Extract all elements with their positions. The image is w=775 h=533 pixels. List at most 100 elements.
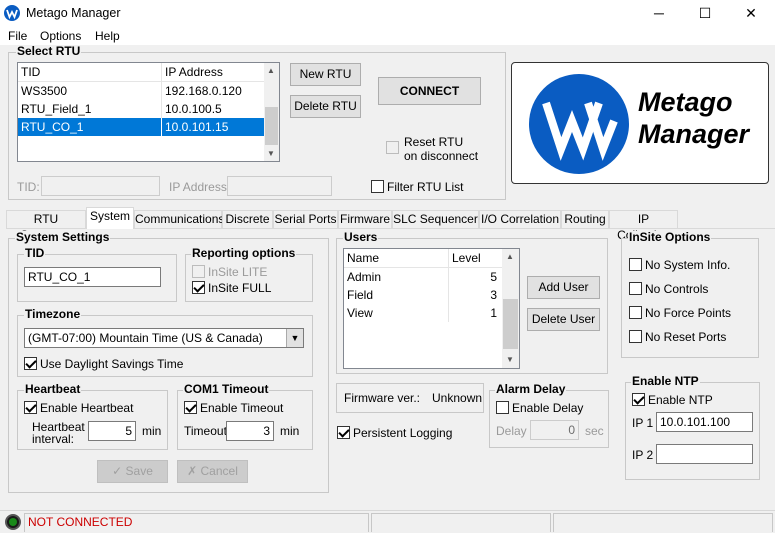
ntp-ip1-input[interactable]: 10.0.101.100 xyxy=(656,412,753,432)
users-list[interactable]: Name Level Admin 5 Field 3 View 1 ▲ ▼ xyxy=(343,248,520,369)
timezone-title: Timezone xyxy=(24,307,82,321)
logo-panel: Metago Manager xyxy=(511,62,769,184)
rtu-row[interactable]: RTU_Field_1 10.0.100.5 xyxy=(18,100,264,118)
timeout-input[interactable]: 3 xyxy=(226,421,274,441)
menu-file[interactable]: File xyxy=(8,29,27,43)
save-button[interactable]: ✓ Save xyxy=(97,460,168,483)
add-user-button[interactable]: Add User xyxy=(527,276,600,299)
dst-label: Use Daylight Savings Time xyxy=(40,357,184,371)
heartbeat-interval-input[interactable]: 5 xyxy=(88,421,136,441)
rtu-list-header: TID IP Address xyxy=(18,63,264,82)
persistent-logging-label: Persistent Logging xyxy=(353,426,453,440)
firmware-value: Unknown xyxy=(432,391,483,405)
insite-lite-checkbox[interactable] xyxy=(192,265,205,278)
no-reset-ports-checkbox[interactable] xyxy=(629,330,642,343)
connection-status-text: NOT CONNECTED xyxy=(28,515,133,529)
user-row[interactable]: Field 3 xyxy=(344,286,502,304)
col-ip[interactable]: IP Address xyxy=(162,63,262,81)
tid-field[interactable]: RTU_CO_1 xyxy=(24,267,161,287)
scroll-up-icon[interactable]: ▲ xyxy=(267,66,275,75)
enable-delay-checkbox[interactable] xyxy=(496,401,509,414)
user-row[interactable]: View 1 xyxy=(344,304,502,322)
scroll-down-icon[interactable]: ▼ xyxy=(267,149,275,158)
status-pane-2 xyxy=(371,513,551,532)
menu-options[interactable]: Options xyxy=(40,29,81,43)
users-list-header: Name Level xyxy=(344,249,502,268)
ip-address-input[interactable] xyxy=(227,176,332,196)
delay-input[interactable]: 0 xyxy=(530,420,579,440)
enable-timeout-label: Enable Timeout xyxy=(200,401,284,415)
tab-ip-collection[interactable]: IP Collection xyxy=(609,210,678,242)
tab-slc-sequencer[interactable]: SLC Sequencer xyxy=(392,210,479,228)
delay-unit-label: sec xyxy=(585,424,604,438)
persistent-logging-checkbox[interactable] xyxy=(337,426,350,439)
rtu-list-scrollbar[interactable]: ▲ ▼ xyxy=(264,63,279,161)
tab-discrete[interactable]: Discrete xyxy=(222,210,273,228)
rtu-row-selected[interactable]: RTU_CO_1 10.0.101.15 xyxy=(18,118,264,136)
delay-label: Delay xyxy=(496,424,527,438)
connect-button[interactable]: CONNECT xyxy=(378,77,481,105)
rtu-list[interactable]: TID IP Address WS3500 192.168.0.120 RTU_… xyxy=(17,62,280,162)
enable-heartbeat-checkbox[interactable] xyxy=(24,401,37,414)
no-controls-checkbox[interactable] xyxy=(629,282,642,295)
rtu-tid: RTU_CO_1 xyxy=(18,118,162,136)
tab-serial-ports[interactable]: Serial Ports xyxy=(273,210,338,228)
heartbeat-interval-label-2: interval: xyxy=(32,432,75,446)
scroll-down-icon[interactable]: ▼ xyxy=(506,355,514,364)
rtu-ip: 10.0.100.5 xyxy=(165,102,222,116)
user-name: Field xyxy=(344,286,449,304)
select-rtu-title: Select RTU xyxy=(16,44,82,58)
tid-input[interactable] xyxy=(41,176,160,196)
tab-communications[interactable]: Communications xyxy=(134,210,224,228)
tab-system[interactable]: System xyxy=(86,207,134,229)
delete-rtu-button[interactable]: Delete RTU xyxy=(290,95,361,118)
scroll-thumb[interactable] xyxy=(265,107,278,145)
scroll-up-icon[interactable]: ▲ xyxy=(506,252,514,261)
reporting-options-title: Reporting options xyxy=(191,246,297,260)
user-row[interactable]: Admin 5 xyxy=(344,268,502,286)
insite-full-label: InSite FULL xyxy=(208,281,272,295)
timezone-select[interactable]: (GMT-07:00) Mountain Time (US & Canada) xyxy=(24,328,304,348)
tab-rtu-summary[interactable]: RTU Summary xyxy=(6,210,86,242)
rtu-tid: RTU_Field_1 xyxy=(18,100,162,118)
chevron-down-icon[interactable]: ▼ xyxy=(286,329,303,347)
alarm-delay-title: Alarm Delay xyxy=(495,382,567,396)
menu-help[interactable]: Help xyxy=(95,29,120,43)
no-controls-label: No Controls xyxy=(645,282,709,296)
minimize-button[interactable]: ─ xyxy=(636,0,682,26)
ntp-ip2-label: IP 2 xyxy=(632,448,654,462)
tab-routing[interactable]: Routing xyxy=(561,210,609,228)
scroll-thumb[interactable] xyxy=(503,299,518,349)
delete-user-button[interactable]: Delete User xyxy=(527,308,600,331)
tid-group-title: TID xyxy=(24,246,46,260)
users-list-scrollbar[interactable]: ▲ ▼ xyxy=(502,249,519,368)
connection-indicator-icon xyxy=(5,514,21,530)
ntp-ip2-input[interactable] xyxy=(656,444,753,464)
maximize-button[interactable]: ☐ xyxy=(682,0,728,26)
filter-rtu-checkbox[interactable] xyxy=(371,180,384,193)
tab-io-correlation[interactable]: I/O Correlation xyxy=(479,210,561,228)
rtu-ip: 192.168.0.120 xyxy=(165,84,242,98)
close-button[interactable]: ✕ xyxy=(728,0,774,26)
enable-heartbeat-label: Enable Heartbeat xyxy=(40,401,134,415)
insite-full-checkbox[interactable] xyxy=(192,281,205,294)
new-rtu-button[interactable]: New RTU xyxy=(290,63,361,86)
col-name[interactable]: Name xyxy=(344,249,449,267)
col-tid[interactable]: TID xyxy=(18,63,162,81)
user-name: Admin xyxy=(344,268,449,286)
enable-timeout-checkbox[interactable] xyxy=(184,401,197,414)
col-level[interactable]: Level xyxy=(449,249,501,267)
rtu-row[interactable]: WS3500 192.168.0.120 xyxy=(18,82,264,100)
tab-firmware[interactable]: Firmware xyxy=(338,210,392,228)
timeout-min-label: min xyxy=(280,424,300,438)
no-system-info-label: No System Info. xyxy=(645,258,731,272)
user-level: 1 xyxy=(490,306,497,320)
enable-ntp-checkbox[interactable] xyxy=(632,393,645,406)
no-system-info-checkbox[interactable] xyxy=(629,258,642,271)
ntp-title: Enable NTP xyxy=(631,374,700,388)
dst-checkbox[interactable] xyxy=(24,357,37,370)
timeout-label: Timeout xyxy=(184,424,227,438)
no-force-points-checkbox[interactable] xyxy=(629,306,642,319)
reset-rtu-checkbox[interactable] xyxy=(386,141,399,154)
cancel-button[interactable]: ✗ Cancel xyxy=(177,460,248,483)
